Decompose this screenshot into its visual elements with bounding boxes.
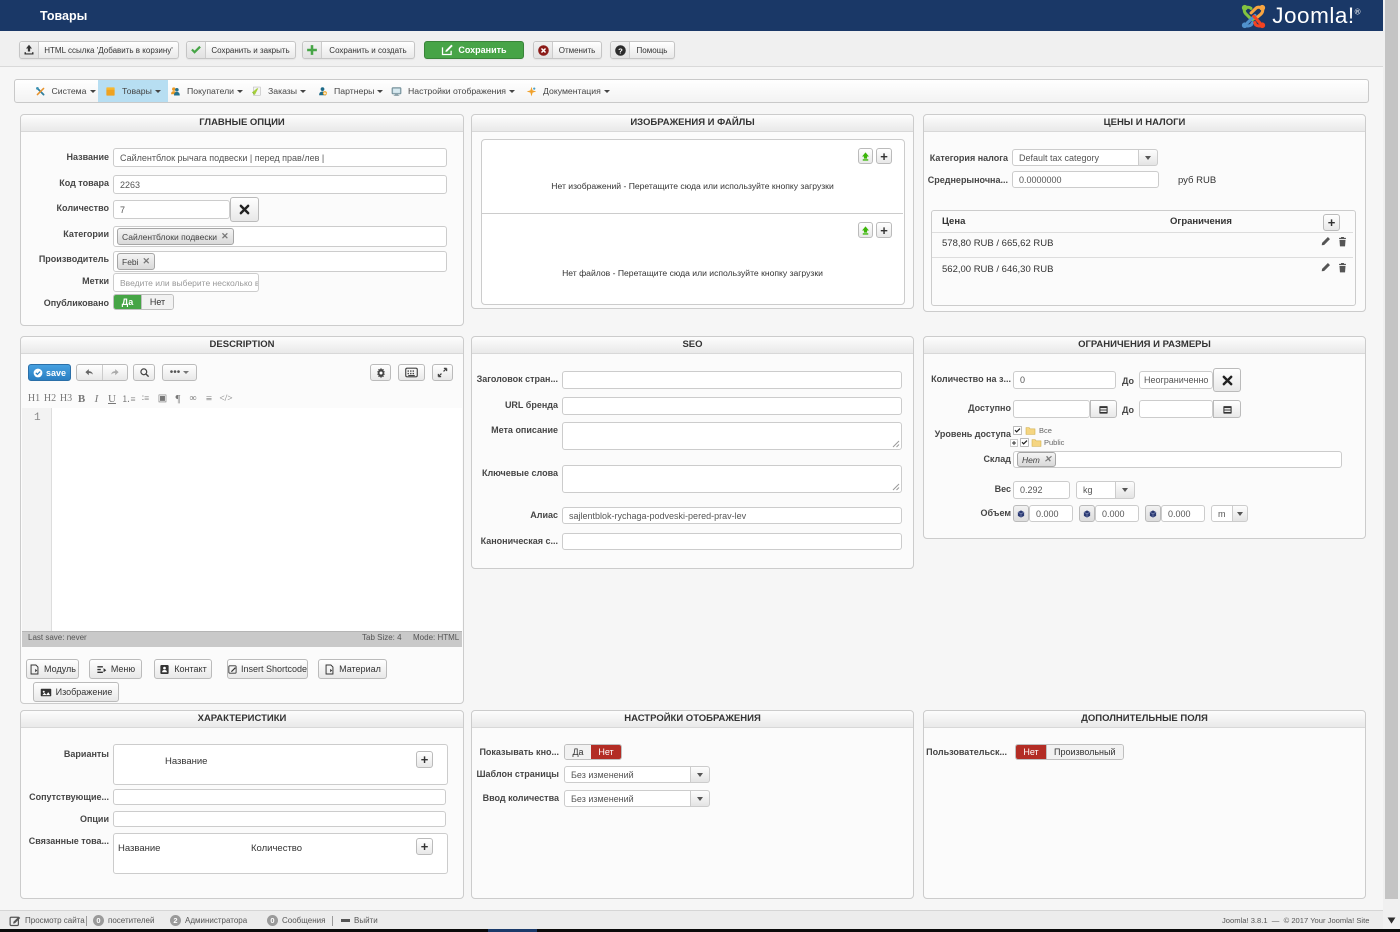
svg-text:?: ? (618, 46, 623, 55)
